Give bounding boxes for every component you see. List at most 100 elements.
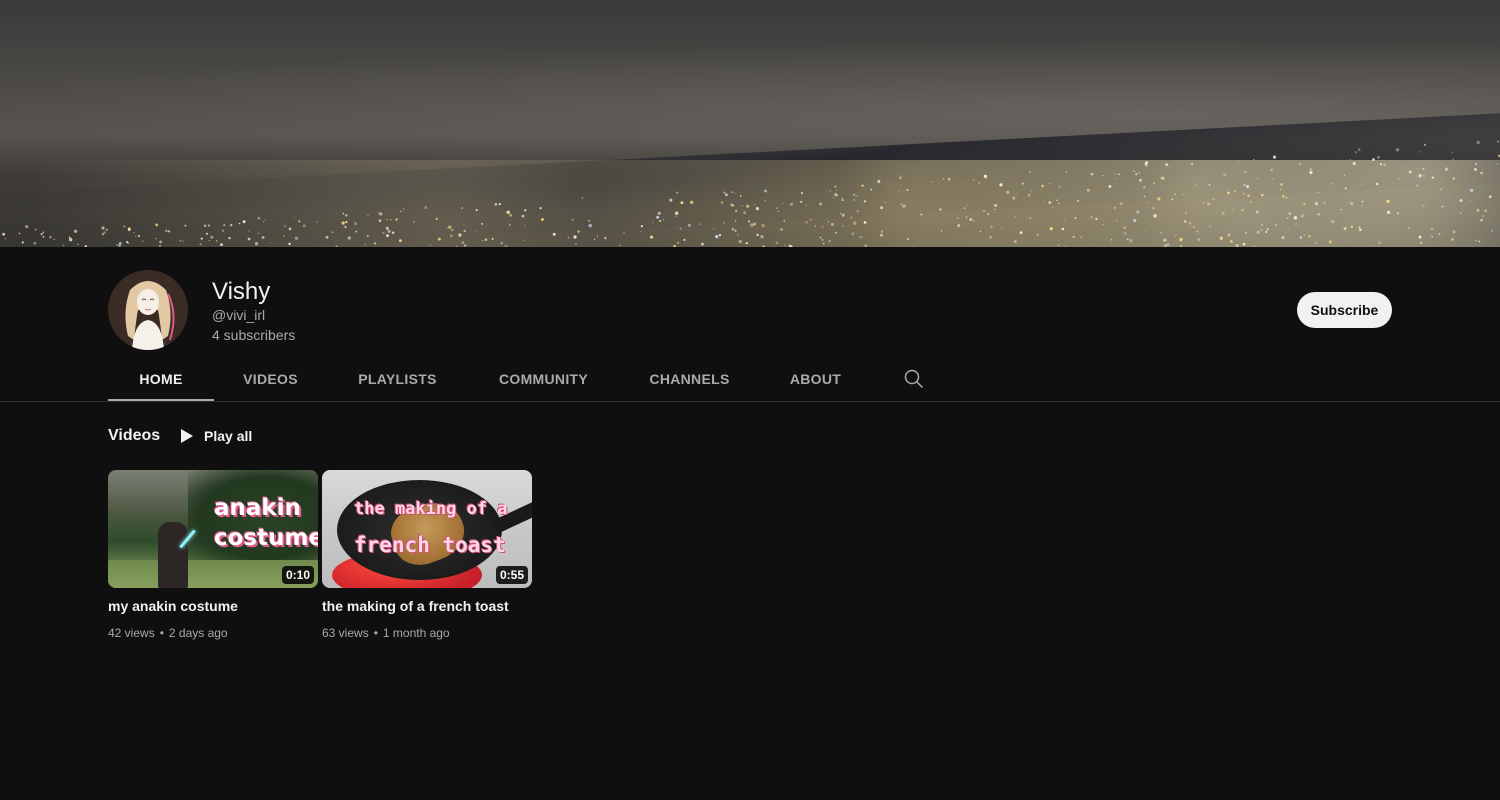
city-light: [596, 235, 599, 237]
city-light: [1452, 158, 1454, 160]
city-light: [448, 225, 452, 229]
tab-channels[interactable]: CHANNELS: [619, 356, 760, 402]
city-light: [1029, 170, 1032, 173]
city-light: [853, 199, 855, 201]
city-light: [1174, 193, 1176, 195]
city-light: [911, 246, 914, 247]
city-light: [539, 207, 542, 210]
city-light: [842, 225, 844, 227]
city-light: [1474, 162, 1478, 166]
city-light: [261, 236, 265, 239]
city-light: [657, 211, 661, 215]
city-light: [809, 218, 812, 221]
city-light: [819, 236, 822, 239]
city-light: [123, 225, 126, 228]
upload-age: 2 days ago: [168, 626, 228, 640]
tab-playlists[interactable]: PLAYLISTS: [327, 356, 468, 402]
city-light: [581, 197, 583, 199]
city-light: [424, 206, 428, 209]
video-thumbnail[interactable]: the making of a french toast 0:55: [322, 470, 532, 588]
city-light: [84, 245, 87, 247]
city-light: [1293, 216, 1298, 220]
city-light: [864, 244, 867, 247]
city-light: [1153, 182, 1156, 185]
city-light: [1315, 242, 1317, 244]
city-light: [1043, 201, 1046, 203]
city-light: [1152, 207, 1155, 210]
city-light: [500, 241, 504, 245]
video-title[interactable]: my anakin costume: [108, 598, 238, 614]
city-light: [1451, 238, 1454, 241]
city-light: [1223, 173, 1227, 177]
city-light: [1115, 177, 1118, 180]
subscribe-button[interactable]: Subscribe: [1297, 292, 1392, 328]
city-light: [42, 235, 45, 238]
city-light: [961, 181, 963, 183]
city-light: [679, 227, 682, 230]
city-light: [1185, 212, 1188, 215]
search-icon[interactable]: [898, 356, 930, 402]
city-light: [1260, 228, 1263, 232]
tab-about[interactable]: ABOUT: [760, 356, 871, 402]
city-light: [1405, 167, 1407, 169]
city-light: [159, 240, 163, 244]
city-light: [1343, 174, 1346, 177]
city-light: [347, 236, 351, 240]
city-light: [494, 203, 498, 206]
city-light: [1174, 233, 1177, 236]
city-light: [1219, 236, 1223, 240]
city-light: [1340, 208, 1342, 211]
city-light: [1285, 196, 1288, 199]
city-light: [461, 241, 465, 244]
city-light: [1253, 158, 1255, 161]
tab-videos[interactable]: VIDEOS: [214, 356, 327, 402]
tabs-divider: [0, 401, 1500, 402]
city-light: [571, 218, 574, 221]
city-light: [1488, 195, 1492, 199]
city-light: [1006, 190, 1010, 194]
city-light: [458, 233, 462, 237]
city-light: [588, 223, 592, 228]
city-light: [203, 224, 207, 227]
city-light: [1256, 230, 1260, 234]
city-light: [1027, 193, 1031, 197]
city-light: [1398, 177, 1400, 180]
city-light: [640, 231, 642, 233]
city-light: [675, 211, 679, 215]
city-light: [1422, 174, 1426, 178]
tab-community[interactable]: COMMUNITY: [468, 356, 619, 402]
city-light: [978, 181, 981, 184]
play-all-button[interactable]: Play all: [170, 420, 262, 452]
city-light: [800, 192, 804, 195]
city-light: [258, 232, 260, 234]
city-light: [118, 241, 122, 245]
video-title[interactable]: the making of a french toast: [322, 598, 509, 614]
city-light: [1441, 205, 1444, 208]
city-light: [1317, 213, 1320, 216]
city-light: [509, 213, 512, 217]
city-light: [316, 221, 318, 223]
city-light: [220, 243, 223, 246]
city-light: [1160, 232, 1162, 234]
city-light: [1407, 226, 1410, 229]
city-light: [1265, 230, 1268, 234]
video-thumbnail[interactable]: anakin costume 0:10: [108, 470, 318, 588]
city-light: [814, 225, 817, 228]
channel-avatar[interactable]: [108, 270, 188, 350]
city-light: [1230, 240, 1233, 243]
city-light: [1242, 242, 1246, 246]
city-light: [907, 238, 909, 241]
city-light: [475, 209, 478, 212]
city-light: [1238, 161, 1240, 163]
city-light: [464, 244, 467, 247]
city-light: [1036, 233, 1039, 236]
city-light: [1298, 163, 1301, 166]
city-light: [1245, 184, 1250, 189]
city-light: [656, 215, 660, 219]
city-light: [994, 203, 998, 207]
city-light: [1065, 245, 1067, 247]
city-light: [777, 210, 779, 213]
tab-home[interactable]: HOME: [108, 356, 214, 402]
city-light: [734, 193, 736, 195]
city-light: [1379, 163, 1383, 166]
